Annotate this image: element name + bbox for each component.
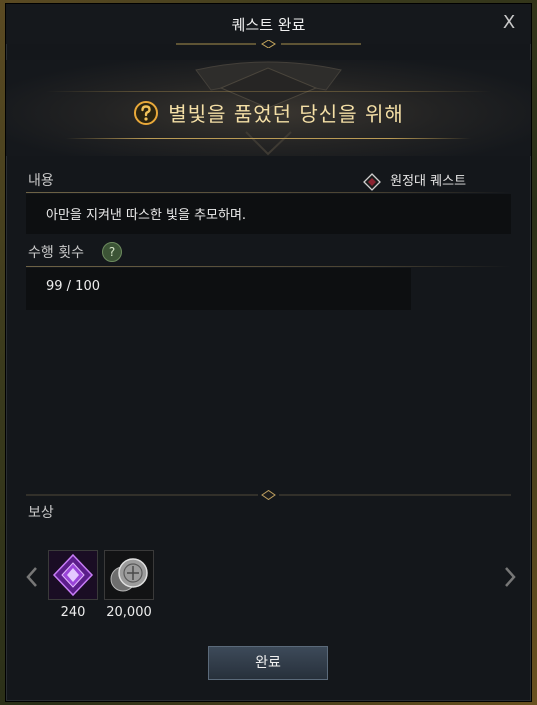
banner-bottom-rule	[66, 138, 471, 139]
chevron-right-icon	[505, 567, 516, 587]
purple-crystal-icon	[49, 551, 97, 599]
silver-coin-icon	[105, 551, 153, 599]
quest-title-row: 별빛을 품었던 당신을 위해	[6, 98, 531, 127]
progress-value: 99 / 100	[46, 279, 100, 294]
reward-divider	[26, 490, 511, 500]
rewards-next-arrow[interactable]	[502, 564, 518, 590]
title-ornament	[176, 40, 361, 48]
quest-complete-window: 퀘스트 완료 X 별빛을 품었던 당신을 위해 내용 원정대 퀘스트 아만을 지…	[6, 4, 531, 701]
help-icon[interactable]: ?	[102, 242, 122, 262]
rewards-label: 보상	[28, 505, 54, 521]
content-rule	[26, 192, 511, 193]
reward-count-silver: 20,000	[106, 605, 152, 620]
content-label: 내용	[28, 173, 54, 189]
reward-count-crystal: 240	[60, 605, 86, 620]
chevron-left-icon	[26, 567, 37, 587]
reward-item-silver[interactable]	[104, 550, 154, 600]
title-bar[interactable]: 퀘스트 완료 X	[6, 4, 531, 48]
quest-description: 아만을 지켜낸 따스한 빛을 추모하며.	[46, 208, 247, 223]
quest-type-label: 원정대 퀘스트	[390, 174, 467, 189]
question-quest-icon	[134, 100, 159, 125]
complete-button[interactable]: 완료	[208, 646, 328, 680]
rewards-prev-arrow[interactable]	[24, 564, 40, 590]
progress-label: 수행 횟수	[28, 245, 84, 261]
window-title: 퀘스트 완료	[231, 16, 306, 34]
progress-rule	[26, 266, 511, 267]
close-button[interactable]: X	[499, 12, 519, 34]
quest-banner: 별빛을 품었던 당신을 위해	[6, 60, 531, 156]
banner-top-rule	[46, 91, 491, 92]
reward-item-crystal[interactable]	[48, 550, 98, 600]
quest-type-tag: 원정대 퀘스트	[362, 170, 467, 191]
quest-title: 별빛을 품었던 당신을 위해	[168, 102, 404, 126]
expedition-diamond-icon	[363, 172, 381, 191]
